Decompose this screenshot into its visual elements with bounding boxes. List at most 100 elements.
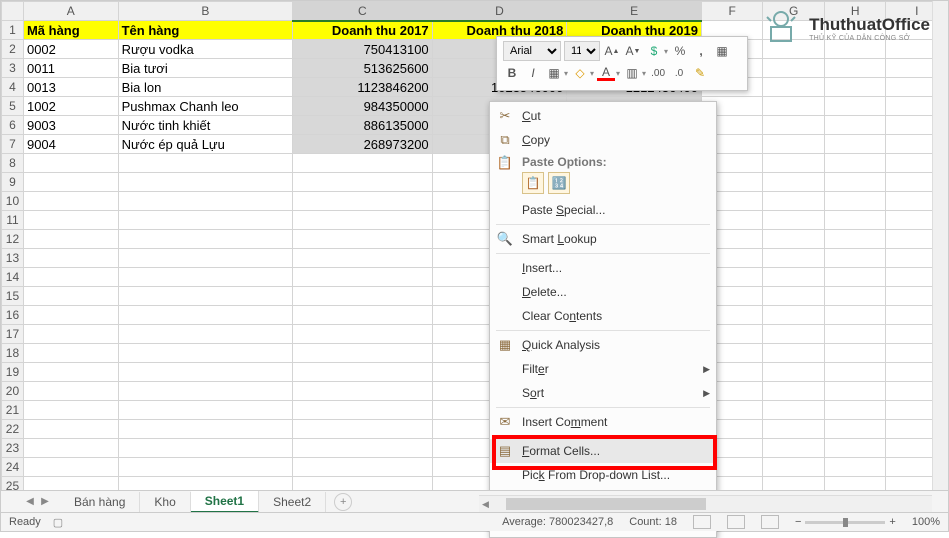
cell[interactable] <box>23 325 118 344</box>
cell[interactable] <box>23 287 118 306</box>
cell[interactable] <box>118 192 292 211</box>
cell[interactable] <box>293 401 433 420</box>
accounting-format-icon[interactable]: $ <box>645 42 663 60</box>
page-layout-view-icon[interactable] <box>727 515 745 529</box>
cell[interactable] <box>118 458 292 477</box>
cell[interactable] <box>118 306 292 325</box>
dropdown-icon[interactable]: ▾ <box>616 69 620 78</box>
zoom-slider[interactable]: − + <box>795 516 896 528</box>
cell[interactable]: 9003 <box>23 116 118 135</box>
cell[interactable] <box>118 382 292 401</box>
cell[interactable] <box>763 420 825 439</box>
cell[interactable] <box>118 249 292 268</box>
cell[interactable] <box>763 154 825 173</box>
cell[interactable]: Nước ép quả Lựu <box>118 135 292 154</box>
menu-paste-special[interactable]: Paste Special... <box>490 198 716 222</box>
increase-font-icon[interactable]: A▲ <box>603 42 621 60</box>
col-D[interactable]: D <box>432 2 567 21</box>
row-head[interactable]: 20 <box>2 382 24 401</box>
increase-decimal-icon[interactable]: .0 <box>670 64 688 82</box>
row-head[interactable]: 23 <box>2 439 24 458</box>
cell[interactable] <box>763 458 825 477</box>
cell[interactable] <box>293 154 433 173</box>
row-head[interactable]: 6 <box>2 116 24 135</box>
cell[interactable] <box>763 287 825 306</box>
menu-clear-contents[interactable]: Clear Contents <box>490 304 716 328</box>
cell[interactable] <box>23 230 118 249</box>
tab-nav-next[interactable]: ▶ <box>38 494 52 510</box>
cell[interactable]: Nước tinh khiết <box>118 116 292 135</box>
cell[interactable] <box>824 173 886 192</box>
decrease-decimal-icon[interactable]: .00 <box>649 64 667 82</box>
conditional-format-icon[interactable]: ▦ <box>713 42 731 60</box>
row-head[interactable]: 13 <box>2 249 24 268</box>
sheet-tab[interactable]: Sheet2 <box>259 492 326 512</box>
cell[interactable] <box>824 306 886 325</box>
cell[interactable] <box>118 401 292 420</box>
cell[interactable] <box>118 287 292 306</box>
cell[interactable] <box>293 439 433 458</box>
row-head[interactable]: 10 <box>2 192 24 211</box>
cell[interactable] <box>293 268 433 287</box>
cell[interactable] <box>824 230 886 249</box>
cell[interactable]: Bia tươi <box>118 59 292 78</box>
cell[interactable] <box>824 78 886 97</box>
cell[interactable] <box>23 173 118 192</box>
cell[interactable] <box>763 268 825 287</box>
vertical-scrollbar[interactable] <box>932 1 948 490</box>
row-head[interactable]: 22 <box>2 420 24 439</box>
cell[interactable] <box>118 173 292 192</box>
cell[interactable]: 984350000 <box>293 97 433 116</box>
row-head[interactable]: 7 <box>2 135 24 154</box>
cell[interactable] <box>293 344 433 363</box>
cell[interactable] <box>763 344 825 363</box>
row-head-1[interactable]: 1 <box>2 21 24 40</box>
cell[interactable] <box>293 249 433 268</box>
cell[interactable]: Rượu vodka <box>118 40 292 59</box>
font-size-select[interactable]: 11 <box>564 41 600 61</box>
cell[interactable] <box>23 154 118 173</box>
cell[interactable] <box>824 401 886 420</box>
page-break-view-icon[interactable] <box>761 515 779 529</box>
cell[interactable] <box>763 173 825 192</box>
cell[interactable] <box>763 325 825 344</box>
menu-sort[interactable]: Sort▶ <box>490 381 716 405</box>
cell[interactable] <box>763 439 825 458</box>
paste-values-icon[interactable]: 🔢 <box>548 172 570 194</box>
cell[interactable] <box>293 363 433 382</box>
cell[interactable]: Mã hàng <box>23 21 118 40</box>
cell[interactable] <box>118 363 292 382</box>
fill-color-icon[interactable]: ◇ <box>571 64 589 82</box>
menu-copy[interactable]: ⧉Copy <box>490 128 716 152</box>
cell[interactable] <box>23 249 118 268</box>
cell[interactable] <box>824 325 886 344</box>
cell[interactable] <box>824 59 886 78</box>
row-head[interactable]: 19 <box>2 363 24 382</box>
row-head[interactable]: 21 <box>2 401 24 420</box>
cell[interactable]: 750413100 <box>293 40 433 59</box>
tab-nav-prev[interactable]: ◀ <box>23 494 37 510</box>
cell[interactable] <box>293 420 433 439</box>
menu-filter[interactable]: Filter▶ <box>490 357 716 381</box>
cell[interactable] <box>118 154 292 173</box>
cell[interactable] <box>23 401 118 420</box>
cell[interactable]: Pushmax Chanh leo <box>118 97 292 116</box>
row-head[interactable]: 24 <box>2 458 24 477</box>
cell[interactable] <box>118 268 292 287</box>
cell[interactable] <box>763 78 825 97</box>
cell[interactable] <box>763 382 825 401</box>
cell[interactable] <box>293 287 433 306</box>
cell[interactable] <box>23 192 118 211</box>
cell[interactable] <box>824 382 886 401</box>
sheet-tab-active[interactable]: Sheet1 <box>191 491 259 513</box>
scroll-thumb[interactable] <box>506 498 706 510</box>
menu-cut[interactable]: ✂Cut <box>490 104 716 128</box>
row-head[interactable]: 11 <box>2 211 24 230</box>
cell[interactable] <box>824 211 886 230</box>
col-B[interactable]: B <box>118 2 292 21</box>
cell[interactable] <box>293 230 433 249</box>
add-sheet-button[interactable]: + <box>334 493 352 511</box>
record-macro-icon[interactable]: ▢ <box>53 516 63 529</box>
col-C[interactable]: C <box>293 2 433 21</box>
cell[interactable] <box>293 211 433 230</box>
